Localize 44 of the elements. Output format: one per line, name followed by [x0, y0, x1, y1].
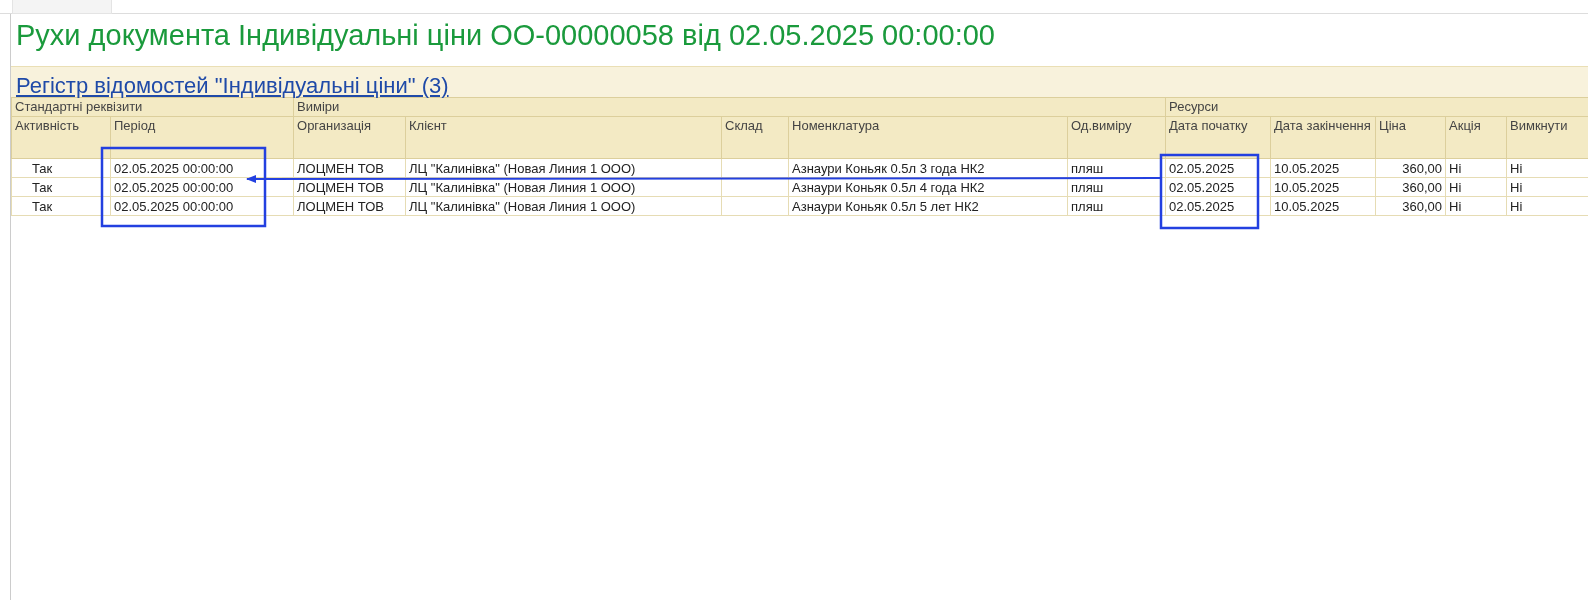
table-cell: Азнаури Коньяк 0.5л 5 лет НК2 [788, 196, 1068, 216]
table-cell: 02.05.2025 [1165, 158, 1271, 178]
table-cell: 10.05.2025 [1270, 196, 1376, 216]
table-cell: 02.05.2025 [1165, 196, 1271, 216]
column-header[interactable]: Вимкнути [1506, 116, 1588, 159]
column-header[interactable]: Номенклатура [788, 116, 1068, 159]
table-cell: 360,00 [1375, 196, 1446, 216]
column-header[interactable]: Ціна [1375, 116, 1446, 159]
table-cell: Так [11, 158, 111, 178]
column-header[interactable]: Активність [11, 116, 111, 159]
column-group-header: Ресурси [1165, 97, 1588, 117]
column-header[interactable]: Од.виміру [1067, 116, 1166, 159]
table-cell: 02.05.2025 00:00:00 [110, 196, 294, 216]
table-cell: пляш [1067, 177, 1166, 197]
table-cell: Так [11, 177, 111, 197]
table-cell: Ні [1445, 158, 1507, 178]
document-title: Рухи документа Індивідуальні ціни ОО-00000058 від 02.05.2025 00:00:00 [15, 18, 996, 53]
table-cell: ЛОЦМЕН ТОВ [293, 158, 406, 178]
table-cell: ЛОЦМЕН ТОВ [293, 196, 406, 216]
table-cell: ЛЦ "Калинівка" (Новая Линия 1 ООО) [405, 158, 722, 178]
table-cell: ЛОЦМЕН ТОВ [293, 177, 406, 197]
table-cell: Ні [1445, 196, 1507, 216]
table-cell: пляш [1067, 196, 1166, 216]
column-group-header: Виміри [293, 97, 1166, 117]
column-header[interactable]: Акція [1445, 116, 1507, 159]
table-cell: 360,00 [1375, 177, 1446, 197]
column-group-header: Стандартні реквізити [11, 97, 294, 117]
table-cell: 02.05.2025 [1165, 177, 1271, 197]
column-header[interactable]: Період [110, 116, 294, 159]
table-cell: Ні [1445, 177, 1507, 197]
table-cell: 02.05.2025 00:00:00 [110, 158, 294, 178]
table-cell: 360,00 [1375, 158, 1446, 178]
table-cell: ЛЦ "Калинівка" (Новая Линия 1 ООО) [405, 177, 722, 197]
table-cell: ЛЦ "Калинівка" (Новая Линия 1 ООО) [405, 196, 722, 216]
column-header[interactable]: Дата закінчення [1270, 116, 1376, 159]
column-header[interactable]: Организація [293, 116, 406, 159]
table-cell: Азнаури Коньяк 0.5л 4 года НК2 [788, 177, 1068, 197]
table-cell: 10.05.2025 [1270, 177, 1376, 197]
table-cell: 02.05.2025 00:00:00 [110, 177, 294, 197]
table-cell: 10.05.2025 [1270, 158, 1376, 178]
column-header[interactable]: Склад [721, 116, 789, 159]
table-cell: Так [11, 196, 111, 216]
register-link[interactable]: Регістр відомостей "Індивідуальні ціни" (3) [16, 73, 449, 98]
column-header[interactable]: Клієнт [405, 116, 722, 159]
